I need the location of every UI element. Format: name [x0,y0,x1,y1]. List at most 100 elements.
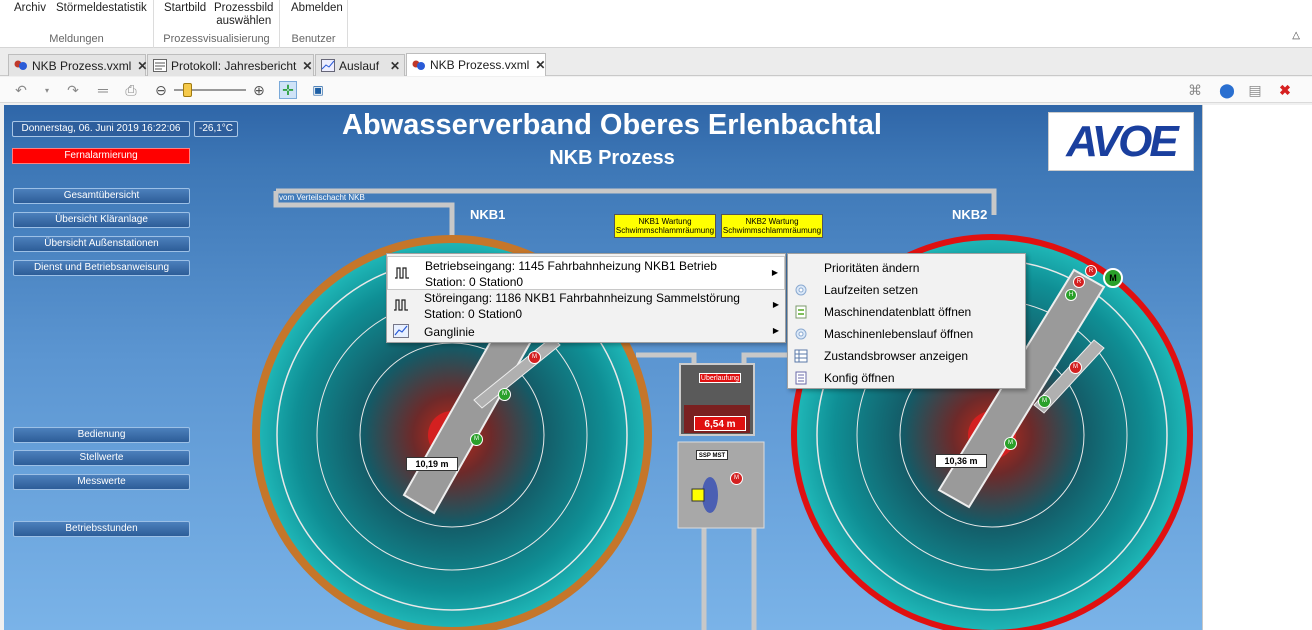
zoom-slider-thumb[interactable] [183,83,192,97]
tab-nkb-prozess-active[interactable]: NKB Prozess.vxml ✕ [406,53,546,76]
chart-icon [393,324,409,338]
collapse-ribbon-icon[interactable]: △ [1292,30,1300,41]
submenu-item-label: Maschinenlebenslauf öffnen [824,327,974,341]
nav-betriebsstunden[interactable]: Betriebsstunden [13,521,190,537]
motor-indicator[interactable]: H [1065,289,1077,301]
motor-indicator[interactable]: M [1004,437,1017,450]
motor-indicator[interactable]: M [470,433,483,446]
submenu-item-label: Konfig öffnen [824,371,895,385]
window-icon[interactable]: ▤ [1246,81,1264,99]
chart-icon [321,59,335,72]
tab-label: NKB Prozess.vxml [430,58,530,72]
overflow-label: Überlaufung [699,373,741,383]
redo-icon[interactable]: ↷ [64,81,82,99]
menu-item-title: Störeingang: 1186 NKB1 Fahrbahnheizung S… [424,291,740,305]
ribbon-group-meldungen: Archiv Störmeldestatistik Meldungen [0,0,154,48]
nav-stellwerte[interactable]: Stellwerte [13,450,190,466]
screenshot-icon[interactable]: ⌘ [1186,81,1204,99]
pipe-label: vom Verteilschacht NKB [279,193,365,202]
context-submenu: Prioritäten ändern Laufzeiten setzen Mas… [787,253,1026,389]
ribbon-group-prozessvisualisierung: Startbild Prozessbild auswählen Prozessv… [154,0,280,48]
submenu-zustandsbrowser[interactable]: Zustandsbrowser anzeigen [788,345,1025,367]
submenu-item-label: Prioritäten ändern [824,261,920,275]
undo-icon[interactable]: ↶ [12,81,30,99]
fernalarmierung-button[interactable]: Fernalarmierung [12,148,190,164]
fit-width-icon[interactable]: ═ [94,81,112,99]
context-menu: Betriebseingang: 1145 Fahrbahnheizung NK… [386,253,786,343]
process-icon [14,59,28,72]
motor-indicator[interactable]: R [1073,276,1085,288]
abmelden-button[interactable]: Abmelden [291,2,343,15]
stoermeldestatistik-button[interactable]: Störmeldestatistik [56,2,147,15]
ribbon-group-benutzer: Abmelden Benutzer [280,0,348,48]
report-icon [153,59,167,72]
startbild-button[interactable]: Startbild [164,2,206,15]
pan-icon[interactable]: ✛ [279,81,297,99]
motor-indicator[interactable]: M [730,472,743,485]
close-icon[interactable]: ✕ [131,59,147,73]
submenu-prioritaeten-aendern[interactable]: Prioritäten ändern [788,257,1025,279]
menu-item-ganglinie[interactable]: Ganglinie ▶ [387,322,785,342]
tab-label: Protokoll: Jahresbericht [171,58,297,73]
tab-nkb-prozess-1[interactable]: NKB Prozess.vxml ✕ [8,54,147,76]
ribbon-group-label: Meldungen [49,33,104,45]
nav-dienst-betriebsanweisung[interactable]: Dienst und Betriebsanweisung [13,260,190,276]
dropdown-icon[interactable]: ▾ [38,81,56,99]
zoom-in-icon[interactable]: ⊕ [250,81,268,99]
motor-indicator[interactable]: R [1085,265,1097,277]
submenu-konfig-oeffnen[interactable]: Konfig öffnen [788,367,1025,389]
submenu-maschinenlebenslauf[interactable]: Maschinenlebenslauf öffnen [788,323,1025,345]
page-title: Abwasserverband Oberes Erlenbachtal [342,109,882,141]
nav-uebersicht-klaeranlage[interactable]: Übersicht Kläranlage [13,212,190,228]
zoom-slider[interactable] [174,83,246,97]
close-icon[interactable]: ✕ [529,58,545,72]
level-nkb1: 10,19 m [406,457,458,471]
nav-bedienung[interactable]: Bedienung [13,427,190,443]
level-nkb2: 10,36 m [935,454,987,468]
submenu-maschinendatenblatt[interactable]: Maschinendatenblatt öffnen [788,301,1025,323]
tab-protokoll-jahresbericht[interactable]: Protokoll: Jahresbericht ✕ [147,54,314,76]
motor-indicator[interactable]: M [1069,361,1082,374]
nav-messwerte[interactable]: Messwerte [13,474,190,490]
motor-indicator[interactable]: M [498,388,511,401]
logo-text: AVOE [1066,116,1178,166]
archiv-button[interactable]: Archiv [14,2,46,15]
submenu-laufzeiten-setzen[interactable]: Laufzeiten setzen [788,279,1025,301]
list-icon [794,371,808,385]
maintenance-nkb2-button[interactable]: NKB2 Wartung Schwimmschlammräumung [721,214,823,238]
signal-icon [394,266,410,280]
presentation-icon[interactable]: ▣ [309,81,327,99]
ribbon-group-label: Prozessvisualisierung [163,33,270,45]
menu-item-station: Station: 0 Station0 [425,275,524,289]
tab-auslauf[interactable]: Auslauf ✕ [315,54,405,76]
motor-indicator[interactable]: M [1103,268,1123,288]
close-icon[interactable]: ✕ [384,59,400,73]
menu-item-stoereingang[interactable]: Störeingang: 1186 NKB1 Fahrbahnheizung S… [387,290,785,322]
nav-uebersicht-aussenstationen[interactable]: Übersicht Außenstationen [13,236,190,252]
motor-indicator[interactable]: M [528,351,541,364]
connect-icon[interactable]: ⬤ [1218,81,1236,99]
prozessbild-auswaehlen-button[interactable]: Prozessbild auswählen [214,2,273,28]
close-icon[interactable]: ✕ [296,59,312,73]
submenu-item-label: Laufzeiten setzen [824,283,919,297]
menu-item-station: Station: 0 Station0 [424,307,523,321]
submenu-item-label: Zustandsbrowser anzeigen [824,349,969,363]
datetime-display: Donnerstag, 06. Juni 2019 16:22:06 [12,121,190,137]
menu-item-title: Betriebseingang: 1145 Fahrbahnheizung NK… [425,259,717,273]
menu-item-betriebseingang[interactable]: Betriebseingang: 1145 Fahrbahnheizung NK… [387,256,785,290]
tank-label-nkb1: NKB1 [470,207,506,222]
gear-icon [794,327,808,341]
sheet-icon [794,305,808,319]
overflow-level: 6,54 m [694,416,746,431]
zoom-out-icon[interactable]: ⊖ [152,81,170,99]
submenu-item-label: Maschinendatenblatt öffnen [824,305,972,319]
nav-gesamtuebersicht[interactable]: Gesamtübersicht [13,188,190,204]
process-icon [412,59,426,72]
close-view-icon[interactable]: ✖ [1276,81,1294,99]
print-icon[interactable]: ⎙ [122,81,140,99]
gear-icon [794,283,808,297]
motor-indicator[interactable]: M [1038,395,1051,408]
menu-item-title: Ganglinie [424,325,475,339]
table-icon [794,349,808,363]
maintenance-nkb1-button[interactable]: NKB1 Wartung Schwimmschlammräumung [614,214,716,238]
